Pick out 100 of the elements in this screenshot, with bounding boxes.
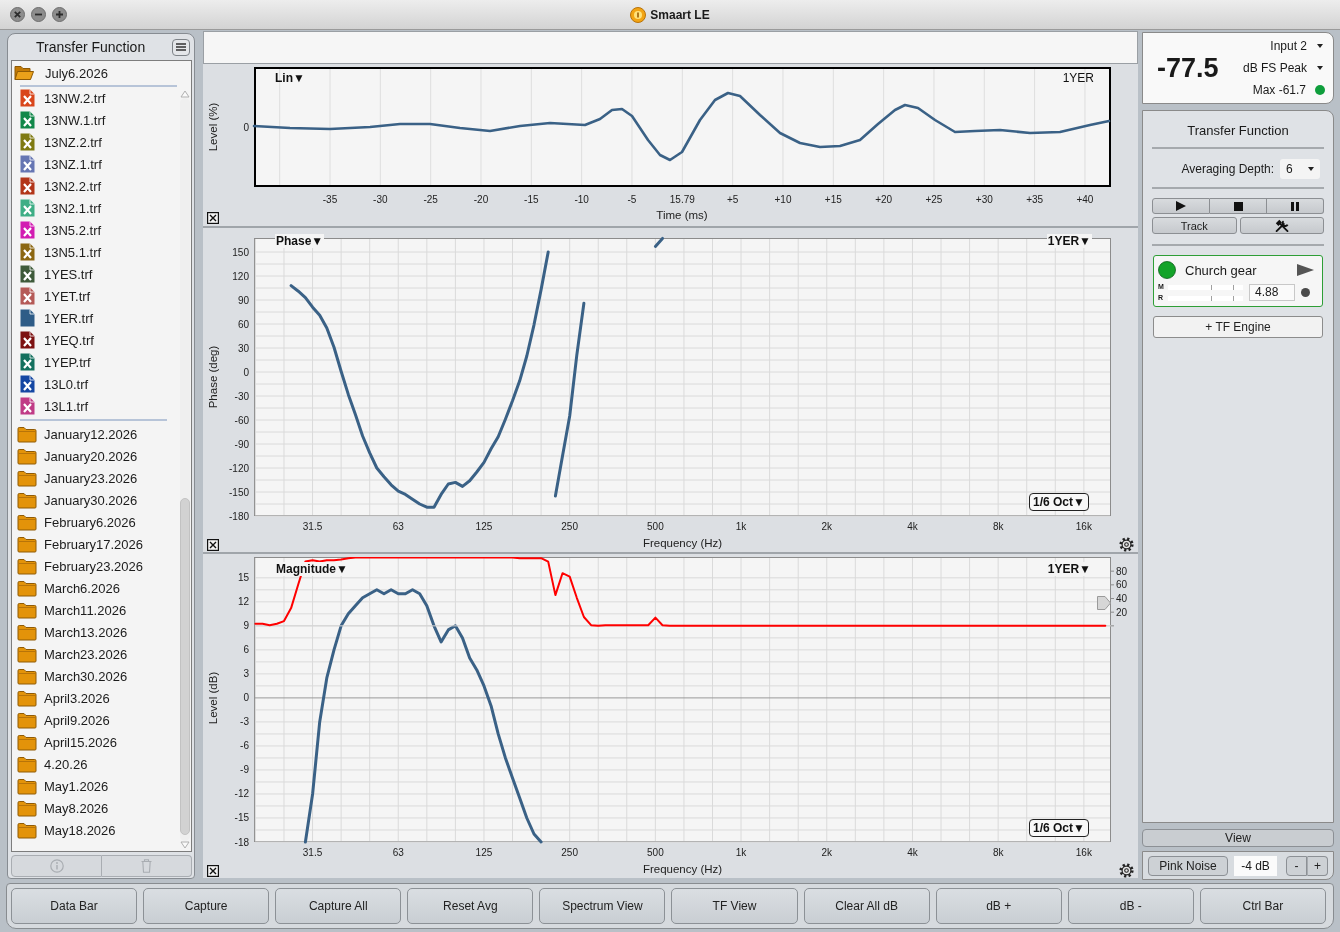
- tick-label: 80: [1116, 565, 1128, 577]
- scale-dropdown[interactable]: Lin▼: [275, 71, 305, 85]
- toolbar-button[interactable]: Capture All: [275, 888, 402, 924]
- settings-icon[interactable]: [1119, 863, 1134, 878]
- toolbar-button[interactable]: Ctrl Bar: [1199, 888, 1326, 924]
- play-icon: [1176, 201, 1186, 211]
- folder-item[interactable]: February17.2026: [12, 533, 179, 555]
- folder-item[interactable]: January30.2026: [12, 489, 179, 511]
- tick-label: -3: [240, 716, 249, 728]
- file-item[interactable]: 1YES.trf: [12, 263, 179, 285]
- trace-dropdown[interactable]: 1YER▼: [1046, 562, 1092, 576]
- plot-type-dropdown[interactable]: Phase▼: [275, 234, 325, 248]
- stop-button[interactable]: [1210, 198, 1267, 214]
- file-item[interactable]: 13NW.1.trf: [12, 109, 179, 131]
- tick-label: 125: [475, 847, 493, 858]
- folder-item[interactable]: April15.2026: [12, 731, 179, 753]
- input-dropdown[interactable]: Input 2: [1270, 35, 1325, 57]
- play-button[interactable]: [1152, 198, 1210, 214]
- toolbar-button[interactable]: Clear All dB: [803, 888, 930, 924]
- tick-label: -6: [240, 740, 249, 752]
- scroll-thumb[interactable]: [180, 498, 190, 835]
- file-item[interactable]: 13NW.2.trf: [12, 87, 179, 109]
- toolbar-button[interactable]: Reset Avg: [407, 888, 534, 924]
- play-icon[interactable]: [1297, 264, 1314, 276]
- toolbar-button[interactable]: dB +: [935, 888, 1062, 924]
- folder-item[interactable]: March23.2026: [12, 643, 179, 665]
- trace-dropdown[interactable]: 1YER▼: [1046, 234, 1092, 248]
- toolbar-button[interactable]: TF View: [671, 888, 798, 924]
- toolbar-button[interactable]: dB -: [1067, 888, 1194, 924]
- file-item[interactable]: 13N2.2.trf: [12, 175, 179, 197]
- level-field[interactable]: -4 dB: [1234, 855, 1277, 876]
- increase-button[interactable]: +: [1307, 855, 1328, 876]
- folder-item[interactable]: May18.2026: [12, 819, 179, 841]
- file-item[interactable]: 13N2.1.trf: [12, 197, 179, 219]
- folder-item[interactable]: January12.2026: [12, 423, 179, 445]
- folder-item[interactable]: May8.2026: [12, 797, 179, 819]
- tick-label: +40: [1076, 194, 1094, 205]
- add-engine-button[interactable]: + TF Engine: [1153, 316, 1323, 338]
- tick-label: +5: [726, 194, 739, 205]
- folder-item[interactable]: May1.2026: [12, 775, 179, 797]
- folder-item[interactable]: April3.2026: [12, 687, 179, 709]
- file-item[interactable]: 13NZ.1.trf: [12, 153, 179, 175]
- folder-item[interactable]: March13.2026: [12, 621, 179, 643]
- tick-label: 9: [243, 620, 249, 632]
- file-item[interactable]: 1YET.trf: [12, 285, 179, 307]
- scrollbar[interactable]: [180, 98, 190, 841]
- pause-button[interactable]: [1267, 198, 1324, 214]
- close-icon[interactable]: [10, 7, 25, 22]
- folder-item[interactable]: April9.2026: [12, 709, 179, 731]
- file-item[interactable]: 1YER.trf: [12, 307, 179, 329]
- folder-item[interactable]: 4.20.26: [12, 753, 179, 775]
- track-button[interactable]: Track: [1152, 217, 1237, 234]
- axis-title: Level (dB): [207, 671, 219, 725]
- noise-button[interactable]: Pink Noise: [1148, 855, 1229, 876]
- close-icon[interactable]: [207, 865, 219, 877]
- file-item[interactable]: 13L1.trf: [12, 395, 179, 417]
- close-icon[interactable]: [207, 539, 219, 551]
- folder-item[interactable]: March6.2026: [12, 577, 179, 599]
- delay-field[interactable]: 4.88: [1249, 284, 1295, 301]
- minimize-icon[interactable]: [31, 7, 46, 22]
- file-item[interactable]: 13NZ.2.trf: [12, 131, 179, 153]
- tick-label: 8k: [992, 847, 1004, 858]
- folder-item[interactable]: February23.2026: [12, 555, 179, 577]
- tick-label: 90: [237, 294, 249, 306]
- smoothing-dropdown[interactable]: 1/6 Oct▼: [1029, 493, 1089, 511]
- file-item[interactable]: 13N5.2.trf: [12, 219, 179, 241]
- folder-item[interactable]: February6.2026: [12, 511, 179, 533]
- pause-icon: [1291, 201, 1299, 211]
- tick-label: +35: [1026, 194, 1044, 205]
- folder-item[interactable]: March11.2026: [12, 599, 179, 621]
- engine-name: Church gear: [1185, 262, 1258, 278]
- tick-label: 250: [561, 521, 578, 532]
- plot-type-dropdown[interactable]: Magnitude▼: [275, 562, 349, 576]
- folder-item[interactable]: January23.2026: [12, 467, 179, 489]
- close-icon[interactable]: [207, 212, 219, 224]
- tick-label: -15: [524, 194, 539, 205]
- file-item[interactable]: 1YEQ.trf: [12, 329, 179, 351]
- decrease-button[interactable]: -: [1286, 855, 1307, 876]
- window-title: Smaart LE: [650, 7, 710, 22]
- tick-label: -180: [229, 510, 249, 522]
- file-item[interactable]: 1YEP.trf: [12, 351, 179, 373]
- tick-label: -35: [322, 194, 338, 205]
- folder-item[interactable]: March30.2026: [12, 665, 179, 687]
- averaging-select[interactable]: 6: [1280, 159, 1320, 179]
- folder-item[interactable]: January20.2026: [12, 445, 179, 467]
- folder-item[interactable]: July6.2026: [12, 61, 179, 85]
- file-item[interactable]: 13L0.trf: [12, 373, 179, 395]
- toolbar-button[interactable]: Spectrum View: [539, 888, 666, 924]
- toolbar-button[interactable]: Capture: [143, 888, 270, 924]
- settings-icon[interactable]: [1119, 537, 1134, 552]
- view-button[interactable]: View: [1142, 829, 1334, 847]
- smoothing-dropdown[interactable]: 1/6 Oct▼: [1029, 819, 1089, 837]
- maximize-icon[interactable]: [52, 7, 67, 22]
- scale-dropdown[interactable]: dB FS Peak: [1242, 57, 1325, 79]
- tick-label: -25: [423, 194, 438, 205]
- menu-button[interactable]: [172, 38, 190, 56]
- tick-label: 4k: [907, 521, 918, 532]
- toolbar-button[interactable]: Data Bar: [11, 888, 138, 924]
- file-item[interactable]: 13N5.1.trf: [12, 241, 179, 263]
- tools-button[interactable]: [1239, 217, 1324, 234]
